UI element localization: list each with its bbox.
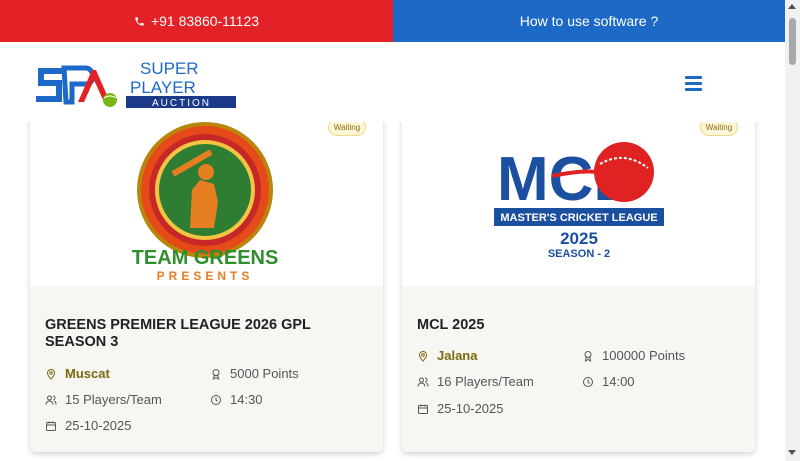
page-scrollbar[interactable] bbox=[785, 0, 800, 461]
scroll-up-arrow-icon[interactable] bbox=[788, 4, 796, 9]
points-text: 5000 Points bbox=[230, 366, 299, 381]
mcl-logo: MCL MASTER'S CRICKET LEAGUE 2025 SEASON … bbox=[494, 142, 664, 260]
tournament-card[interactable]: TEAM GREENS PRESENTS Waiting GREENS PREM… bbox=[30, 122, 383, 452]
site-header: SUPER PLAYER AUCTION bbox=[0, 42, 785, 122]
points-text: 100000 Points bbox=[602, 348, 686, 363]
users-icon bbox=[417, 377, 429, 387]
logo-text-super: SUPER bbox=[140, 59, 199, 78]
players-row: 15 Players/Team bbox=[45, 392, 162, 407]
presents-text: PRESENTS bbox=[157, 269, 254, 283]
logo-text-auction: AUCTION bbox=[152, 98, 211, 109]
top-bar: +91 83860-11123 How to use software ? bbox=[0, 0, 785, 42]
status-badge: Waiting bbox=[700, 122, 738, 136]
location-row: Jalana bbox=[417, 348, 477, 363]
mcl-year-text: 2025 bbox=[560, 229, 598, 248]
card-body: GREENS PREMIER LEAGUE 2026 GPL SEASON 3 … bbox=[30, 286, 383, 452]
users-icon bbox=[45, 395, 57, 405]
team-greens-logo: TEAM GREENS PRESENTS bbox=[132, 122, 279, 283]
scrollbar-thumb[interactable] bbox=[789, 18, 796, 65]
how-to-use-link[interactable]: How to use software ? bbox=[393, 0, 785, 42]
tournament-list: TEAM GREENS PRESENTS Waiting GREENS PREM… bbox=[0, 122, 785, 461]
date-row: 25-10-2025 bbox=[417, 401, 504, 416]
date-text: 25-10-2025 bbox=[65, 418, 132, 433]
tournament-title: MCL 2025 bbox=[417, 317, 485, 333]
calendar-icon bbox=[418, 404, 428, 414]
team-greens-text: TEAM GREENS bbox=[132, 247, 279, 269]
tournament-logo-area: MCL MASTER'S CRICKET LEAGUE 2025 SEASON … bbox=[402, 122, 755, 286]
players-text: 16 Players/Team bbox=[437, 374, 534, 389]
phone-link[interactable]: +91 83860-11123 bbox=[0, 0, 393, 42]
points-row: 100000 Points bbox=[582, 348, 685, 363]
location-row: Muscat bbox=[45, 366, 110, 381]
award-icon bbox=[584, 350, 592, 362]
clock-icon bbox=[211, 394, 221, 405]
players-row: 16 Players/Team bbox=[417, 374, 534, 389]
phone-number: +91 83860-11123 bbox=[150, 13, 260, 29]
calendar-icon bbox=[46, 421, 56, 431]
tournament-card[interactable]: MCL MASTER'S CRICKET LEAGUE 2025 SEASON … bbox=[402, 122, 755, 452]
scroll-down-arrow-icon[interactable] bbox=[788, 450, 796, 455]
hamburger-menu-icon[interactable] bbox=[685, 76, 702, 91]
award-icon bbox=[212, 368, 220, 380]
location-pin-icon bbox=[418, 350, 428, 362]
card-body: MCL 2025 Jalana 100000 Points 16 Players… bbox=[402, 286, 755, 452]
time-row: 14:30 bbox=[210, 392, 263, 407]
tournament-logo-area: TEAM GREENS PRESENTS Waiting bbox=[30, 122, 383, 286]
mcl-sub-text: MASTER'S CRICKET LEAGUE bbox=[500, 212, 657, 224]
date-row: 25-10-2025 bbox=[45, 418, 132, 433]
tournament-title: GREENS PREMIER LEAGUE 2026 GPL SEASON 3 bbox=[45, 317, 311, 350]
location-text: Jalana bbox=[437, 348, 478, 363]
players-text: 15 Players/Team bbox=[65, 392, 162, 407]
clock-icon bbox=[583, 376, 593, 387]
time-row: 14:00 bbox=[582, 374, 635, 389]
time-text: 14:00 bbox=[602, 374, 635, 389]
points-row: 5000 Points bbox=[210, 366, 299, 381]
logo-text-player: PLAYER bbox=[130, 78, 196, 97]
mcl-season-text: SEASON - 2 bbox=[548, 248, 610, 260]
date-text: 25-10-2025 bbox=[437, 401, 504, 416]
super-player-auction-logo[interactable]: SUPER PLAYER AUCTION bbox=[34, 54, 236, 109]
phone-icon bbox=[135, 16, 144, 26]
status-badge: Waiting bbox=[328, 122, 366, 136]
location-text: Muscat bbox=[65, 366, 110, 381]
location-pin-icon bbox=[46, 368, 56, 380]
how-to-use-label: How to use software ? bbox=[519, 13, 659, 29]
time-text: 14:30 bbox=[230, 392, 263, 407]
